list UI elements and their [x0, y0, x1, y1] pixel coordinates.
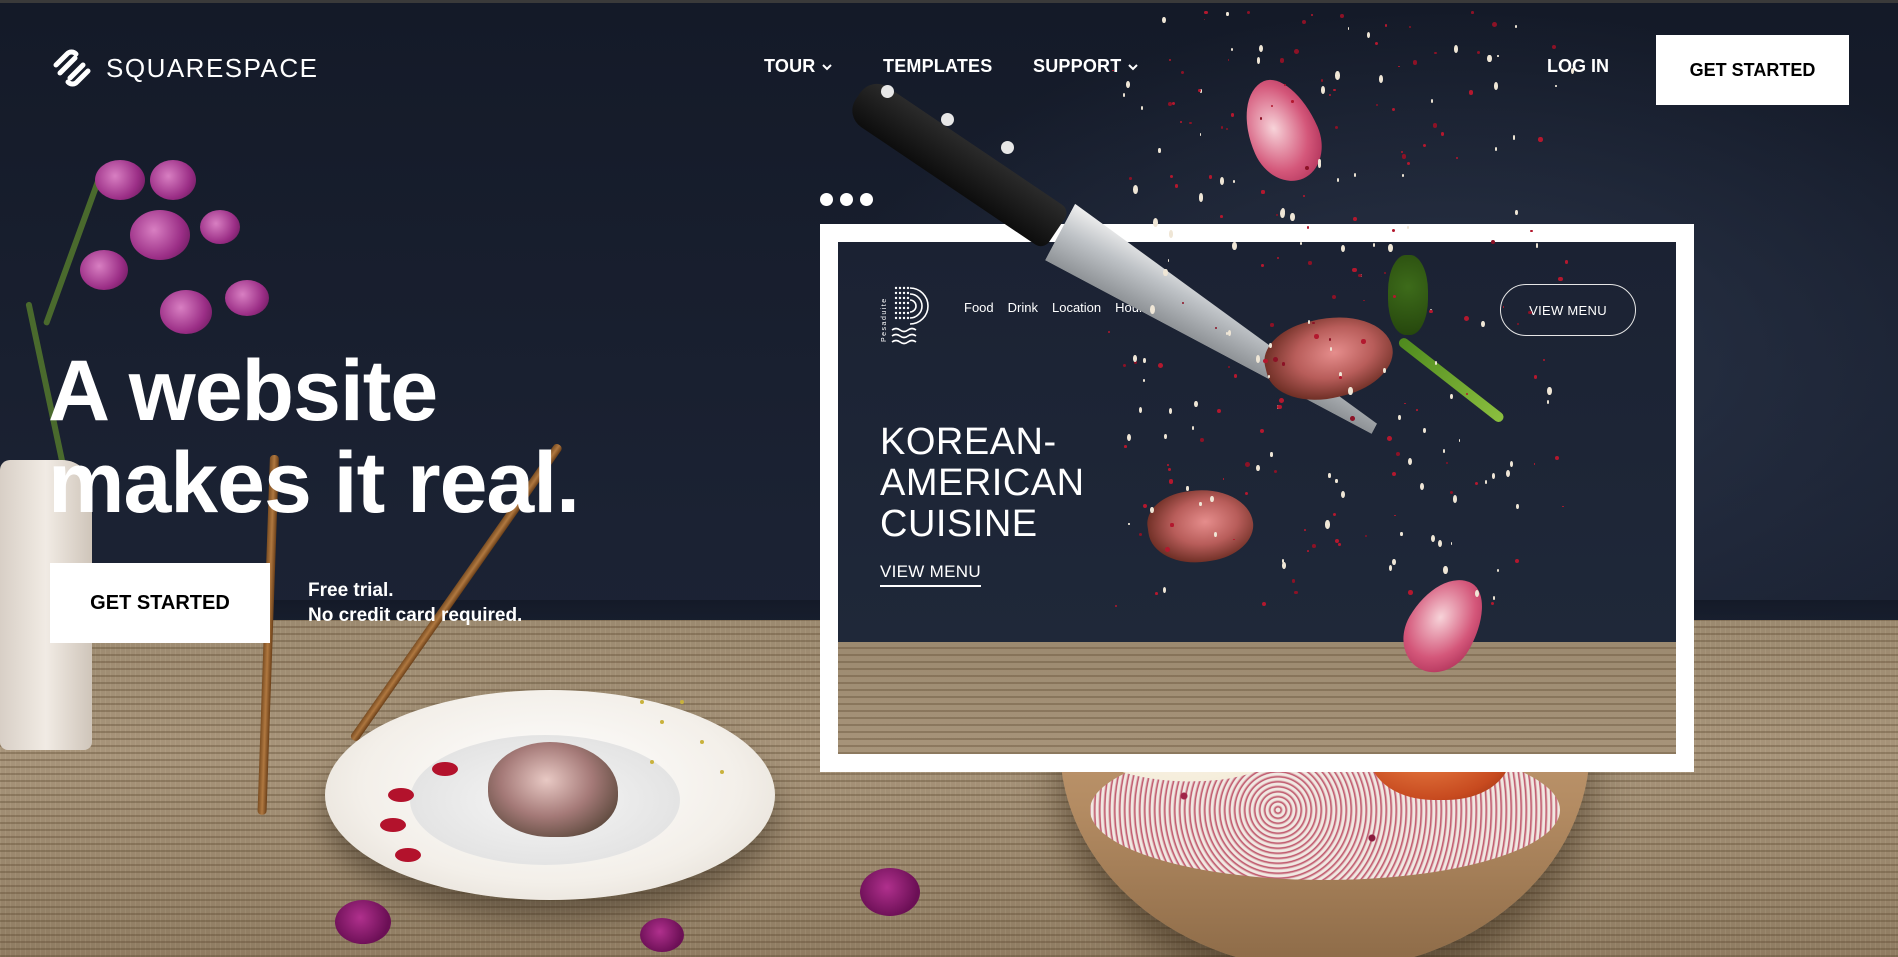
login-link[interactable]: LOG IN [1547, 56, 1609, 77]
nav-templates-label: TEMPLATES [883, 56, 993, 76]
sauce-dot [380, 818, 406, 832]
hero-title: A website makes it real. [48, 343, 580, 531]
browser-frame [820, 224, 1694, 772]
sauce-dot [395, 848, 421, 862]
nav-tour[interactable]: TOUR [764, 56, 833, 77]
hero-title-line-2: makes it real. [48, 435, 580, 531]
brand-name: SQUARESPACE [106, 52, 319, 83]
orchid-flower [860, 868, 920, 916]
window-dot [820, 193, 833, 206]
nav-support-label: SUPPORT [1033, 56, 1122, 76]
orchid-flower [95, 160, 145, 200]
hero-title-line-1: A website [48, 343, 438, 439]
orchid-flower [335, 900, 391, 944]
window-dots-icon [820, 193, 873, 206]
squarespace-logo[interactable]: SQUARESPACE [50, 48, 319, 88]
hero-get-started-button[interactable]: GET STARTED [50, 563, 270, 643]
squarespace-logo-icon [53, 49, 91, 87]
get-started-button[interactable]: GET STARTED [1656, 35, 1849, 105]
dill-flower [720, 770, 724, 774]
orchid-flower [130, 210, 190, 260]
sauce-dot [432, 762, 458, 776]
dill-flower [640, 700, 644, 704]
window-dot [860, 193, 873, 206]
window-dot [840, 193, 853, 206]
sauce-dot [388, 788, 414, 802]
chevron-down-icon [822, 63, 833, 70]
nav-tour-label: TOUR [764, 56, 816, 76]
dill-flower [680, 700, 684, 704]
chevron-down-icon [1128, 63, 1139, 70]
orchid-flower [160, 290, 212, 334]
free-trial-line-2: No credit card required. [308, 605, 523, 626]
orchid-flower [150, 160, 196, 200]
orchid-flower [225, 280, 269, 316]
free-trial-line-1: Free trial. [308, 580, 394, 601]
dill-flower [650, 760, 654, 764]
dill-flower [660, 720, 664, 724]
oyster [488, 742, 618, 837]
nav-support[interactable]: SUPPORT [1033, 56, 1139, 77]
orchid-flower [640, 918, 684, 952]
orchid-flower [80, 250, 128, 290]
nav-templates[interactable]: TEMPLATES [883, 56, 992, 77]
site-header: SQUARESPACE TOUR TEMPLATES SUPPORT LOG I… [0, 0, 1898, 140]
free-trial-note: Free trial. No credit card required. [308, 578, 522, 628]
dill-flower [700, 740, 704, 744]
orchid-flower [200, 210, 240, 244]
